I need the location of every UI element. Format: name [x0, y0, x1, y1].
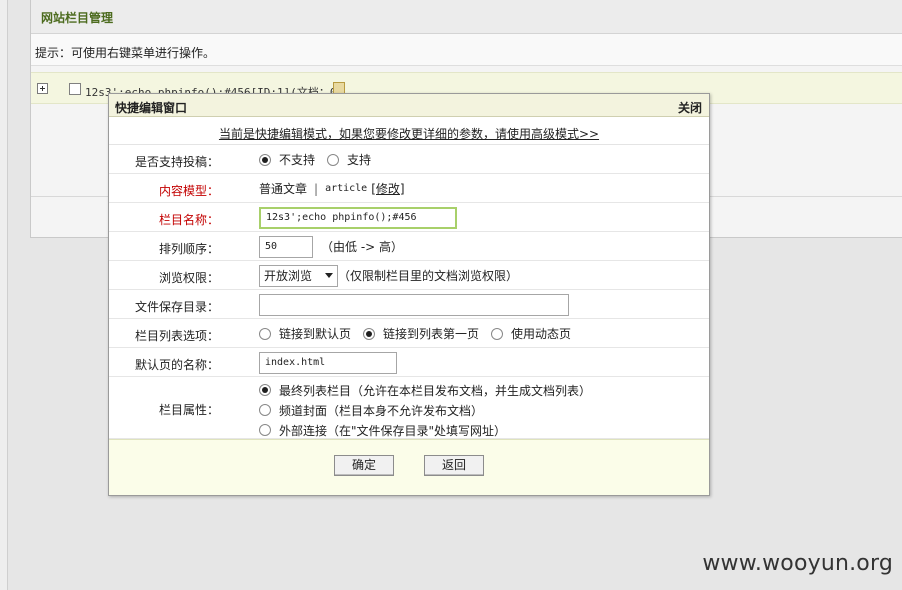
option-label: 外部连接（在"文件保存目录"处填写网址）	[279, 423, 507, 438]
attr-channel-cover-option[interactable]: 频道封面（栏目本身不允许发布文档）	[259, 400, 591, 420]
sort-order-input[interactable]: 50	[259, 235, 313, 258]
column-name-label: 栏目名称：	[158, 213, 219, 227]
column-name-input[interactable]: 12s3';echo phpinfo();#456	[259, 206, 457, 229]
list-option-default-page[interactable]: 链接到默认页	[259, 325, 351, 342]
row-allow-submit: 是否支持投稿： 不支持 支持	[109, 145, 709, 174]
dialog-header: 快捷编辑窗口 关闭	[109, 94, 709, 117]
row-browse-permission: 浏览权限： 开放浏览 （仅限制栏目里的文档浏览权限）	[109, 261, 709, 290]
option-label: 链接到默认页	[279, 327, 352, 341]
confirm-button[interactable]: 确定	[334, 455, 394, 476]
tip-text: 提示：可使用右键菜单进行操作。	[31, 34, 902, 66]
radio-icon[interactable]	[259, 153, 271, 166]
model-separator: |	[314, 181, 319, 196]
row-column-name: 栏目名称： 12s3';echo phpinfo();#456	[109, 203, 709, 232]
model-key: article	[325, 183, 368, 194]
option-label: 使用动态页	[511, 327, 572, 341]
content-model-label: 内容模型：	[158, 184, 219, 198]
list-option-first-page[interactable]: 链接到列表第一页	[363, 325, 479, 342]
radio-icon[interactable]	[259, 327, 271, 340]
quick-edit-dialog: 快捷编辑窗口 关闭 当前是快捷编辑模式，如果您要修改更详细的参数，请使用高级模式…	[108, 93, 710, 496]
row-default-page: 默认页的名称： index.html	[109, 348, 709, 377]
tree-item-checkbox[interactable]	[69, 83, 81, 95]
panel-title: 网站栏目管理	[31, 0, 902, 34]
row-content-model: 内容模型： 普通文章 | article [修改]	[109, 174, 709, 203]
save-dir-input[interactable]	[259, 293, 569, 316]
option-label: 链接到列表第一页	[383, 327, 480, 341]
list-option-dynamic-page[interactable]: 使用动态页	[491, 325, 571, 342]
list-option-label: 栏目列表选项：	[134, 329, 219, 343]
dialog-title: 快捷编辑窗口	[115, 101, 188, 115]
default-page-input[interactable]: index.html	[259, 351, 397, 374]
attr-external-link-option[interactable]: 外部连接（在"文件保存目录"处填写网址）	[259, 420, 591, 440]
radio-icon[interactable]	[327, 153, 340, 166]
allow-submit-label: 是否支持投稿：	[134, 155, 219, 169]
browse-permission-hint: （仅限制栏目里的文档浏览权限）	[338, 269, 519, 283]
attr-final-list-option[interactable]: 最终列表栏目（允许在本栏目发布文档，并生成文档列表）	[259, 380, 591, 400]
allow-submit-no-option[interactable]: 不支持	[259, 151, 315, 168]
radio-icon[interactable]	[491, 327, 504, 340]
sort-order-hint: （由低 -> 高）	[321, 240, 404, 254]
modify-model-link[interactable]: [修改]	[371, 180, 404, 197]
column-attr-label: 栏目属性：	[158, 403, 219, 417]
radio-icon[interactable]	[259, 404, 271, 416]
dialog-footer: 确定 返回	[109, 439, 709, 495]
radio-icon[interactable]	[259, 424, 271, 436]
save-dir-label: 文件保存目录：	[134, 300, 219, 314]
advanced-mode-link[interactable]: 当前是快捷编辑模式，如果您要修改更详细的参数，请使用高级模式>>	[219, 127, 599, 141]
row-save-dir: 文件保存目录：	[109, 290, 709, 319]
expand-icon[interactable]	[37, 83, 48, 94]
close-button[interactable]: 关闭	[678, 99, 702, 116]
option-label: 不支持	[279, 153, 316, 167]
row-list-option: 栏目列表选项： 链接到默认页 链接到列表第一页 使用动态页	[109, 319, 709, 348]
option-label: 最终列表栏目（允许在本栏目发布文档，并生成文档列表）	[279, 383, 592, 398]
chevron-down-icon[interactable]	[325, 273, 333, 278]
browse-permission-select[interactable]: 开放浏览	[259, 264, 338, 287]
browse-permission-label: 浏览权限：	[158, 271, 219, 285]
row-sort-order: 排列顺序： 50 （由低 -> 高）	[109, 232, 709, 261]
radio-icon[interactable]	[363, 327, 376, 340]
sort-order-label: 排列顺序：	[158, 242, 219, 256]
model-name: 普通文章	[259, 182, 308, 196]
option-label: 频道封面（栏目本身不允许发布文档）	[279, 403, 484, 418]
row-column-attr: 栏目属性： 最终列表栏目（允许在本栏目发布文档，并生成文档列表） 频道封面（栏目…	[109, 377, 709, 439]
allow-submit-yes-option[interactable]: 支持	[327, 151, 371, 168]
default-page-label: 默认页的名称：	[134, 358, 219, 372]
back-button[interactable]: 返回	[424, 455, 484, 476]
left-frame-strip	[0, 0, 8, 590]
advanced-mode-row: 当前是快捷编辑模式，如果您要修改更详细的参数，请使用高级模式>>	[109, 117, 709, 145]
radio-icon[interactable]	[259, 384, 271, 396]
select-value: 开放浏览	[264, 269, 313, 283]
option-label: 支持	[347, 153, 372, 167]
watermark: www.wooyun.org	[702, 551, 893, 576]
